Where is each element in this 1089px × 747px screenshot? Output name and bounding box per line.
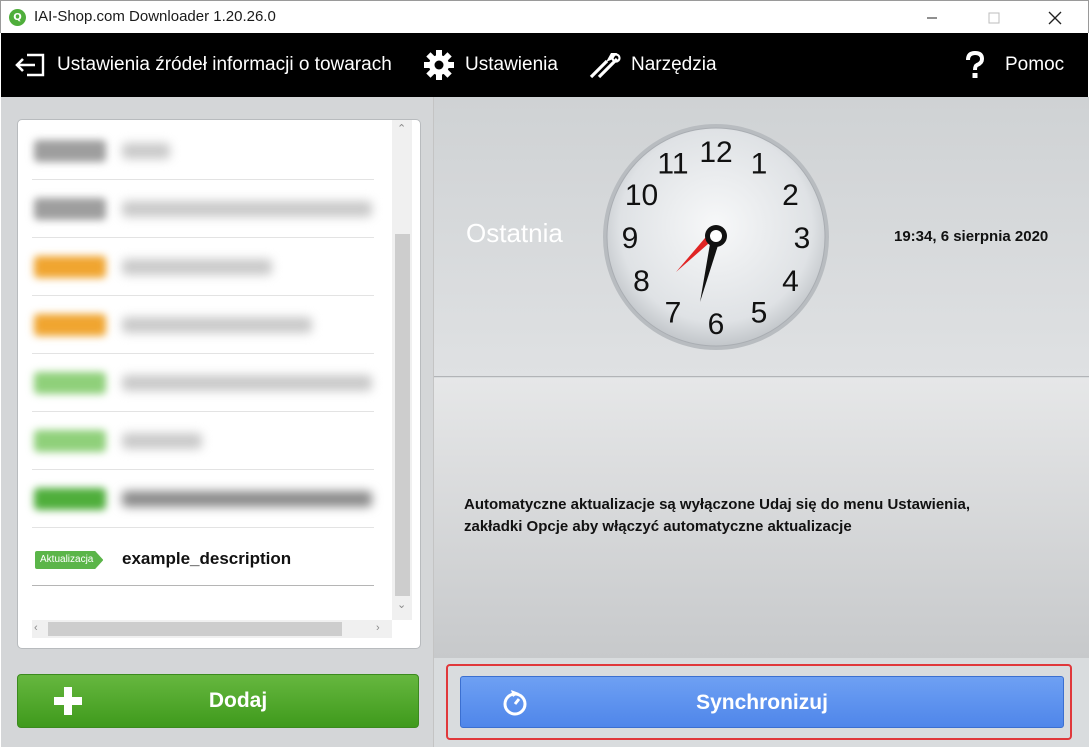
- menu-bar: Ustawienia źródeł informacji o towarach …: [1, 33, 1088, 97]
- clock-numeral: 2: [782, 179, 799, 212]
- blurred-source-name: [122, 259, 272, 275]
- notice-line: Automatyczne aktualizacje są wyłączone U…: [464, 496, 971, 513]
- list-item[interactable]: [32, 470, 374, 528]
- list-item[interactable]: [32, 412, 374, 470]
- auto-update-notice: Automatyczne aktualizacje są wyłączone U…: [464, 494, 1054, 538]
- source-description: example_description: [122, 549, 292, 568]
- question-icon: [966, 50, 985, 78]
- list-item[interactable]: [32, 180, 374, 238]
- close-button[interactable]: [1032, 1, 1078, 34]
- synchronize-button-label: Synchronizuj: [696, 691, 828, 714]
- status-badge: [34, 488, 106, 510]
- menu-source-settings[interactable]: Ustawienia źródeł informacji o towarach: [15, 33, 392, 97]
- list-item[interactable]: [32, 296, 374, 354]
- gear-icon: [424, 50, 454, 80]
- status-badge: [34, 140, 106, 162]
- clock-numeral: 1: [751, 148, 768, 181]
- scroll-down-icon[interactable]: ⌄: [397, 598, 406, 611]
- clock-numeral: 4: [782, 265, 799, 298]
- maximize-icon: [988, 12, 1000, 23]
- last-sync-datetime: 19:34, 6 sierpnia 2020: [894, 228, 1049, 245]
- last-sync-area: Ostatnia 12 1 2 3 4 5 6 7 8 9 10 11 19:34, 6 sierpn…: [434, 97, 1089, 377]
- app-logo-icon: Q: [9, 9, 26, 26]
- notice-line: zakładki Opcje aby włączyć automatyczne …: [464, 518, 852, 535]
- scroll-right-icon[interactable]: ›: [376, 622, 380, 634]
- minimize-button[interactable]: [909, 1, 955, 34]
- clock-icon: 12 12 3 45678 9 1011: [603, 124, 829, 350]
- sources-panel: Aktualizacja example_description ⌃ ⌄ ‹ ›…: [1, 97, 433, 747]
- clock-numeral: 6: [708, 308, 725, 341]
- clock-numeral: 3: [794, 222, 811, 255]
- menu-label: Ustawienia źródeł informacji o towarach: [57, 54, 392, 75]
- status-badge: [34, 256, 106, 278]
- update-tag: Aktualizacja: [35, 551, 104, 569]
- last-sync-label: Ostatnia: [466, 218, 563, 248]
- sign-out-icon: [15, 53, 45, 77]
- vertical-scrollbar[interactable]: ⌃ ⌄: [392, 120, 412, 620]
- status-badge: [34, 198, 106, 220]
- status-badge: [34, 372, 106, 394]
- menu-help[interactable]: Pomoc: [963, 33, 1064, 97]
- window-title: IAI-Shop.com Downloader 1.20.26.0: [34, 8, 276, 25]
- list-item[interactable]: [32, 122, 374, 180]
- minimize-icon: [927, 17, 937, 18]
- blurred-source-name: [122, 433, 202, 449]
- clock-numeral: 12: [699, 136, 732, 169]
- vertical-scroll-thumb[interactable]: [395, 234, 410, 596]
- sync-panel: Ostatnia 12 1 2 3 4 5 6 7 8 9 10 11 19:34, 6 sierpn…: [433, 97, 1089, 747]
- blurred-source-name: [122, 375, 372, 391]
- menu-label: Ustawienia: [465, 54, 558, 75]
- menu-settings[interactable]: Ustawienia: [423, 33, 558, 97]
- menu-tools[interactable]: Narzędzia: [587, 33, 717, 97]
- tools-icon: [589, 53, 621, 79]
- sources-list: Aktualizacja example_description ⌃ ⌄ ‹ ›: [17, 119, 421, 649]
- list-item[interactable]: [32, 354, 374, 412]
- clock-numeral: 9: [622, 222, 639, 255]
- menu-label: Narzędzia: [631, 54, 717, 75]
- status-badge: [34, 314, 106, 336]
- synchronize-button[interactable]: Synchronizuj: [460, 676, 1064, 728]
- list-item[interactable]: [32, 238, 374, 296]
- horizontal-scroll-thumb[interactable]: [48, 622, 342, 636]
- horizontal-scrollbar[interactable]: ‹ ›: [32, 620, 392, 638]
- clock-numeral: 8: [633, 265, 650, 298]
- clock-numeral: 7: [665, 297, 682, 330]
- clock-numeral: 10: [625, 179, 658, 212]
- title-bar: Q IAI-Shop.com Downloader 1.20.26.0: [0, 0, 1089, 33]
- scroll-left-icon[interactable]: ‹: [34, 622, 38, 634]
- sync-highlight-frame: Synchronizuj: [446, 664, 1072, 740]
- menu-label: Pomoc: [1005, 54, 1065, 75]
- maximize-button[interactable]: [971, 1, 1017, 34]
- list-item-selected[interactable]: Aktualizacja example_description: [32, 540, 374, 586]
- blurred-source-name: [122, 143, 170, 159]
- add-button[interactable]: Dodaj: [17, 674, 419, 728]
- clock-numeral: 5: [751, 297, 768, 330]
- close-icon: [1048, 11, 1062, 24]
- status-badge: [34, 430, 106, 452]
- blurred-source-name: [122, 201, 372, 217]
- blurred-source-name: [122, 491, 372, 507]
- scroll-up-icon[interactable]: ⌃: [397, 122, 406, 135]
- blurred-source-name: [122, 317, 312, 333]
- info-area: Automatyczne aktualizacje są wyłączone U…: [434, 378, 1089, 658]
- clock-numeral: 11: [657, 148, 688, 181]
- add-button-label: Dodaj: [208, 689, 268, 712]
